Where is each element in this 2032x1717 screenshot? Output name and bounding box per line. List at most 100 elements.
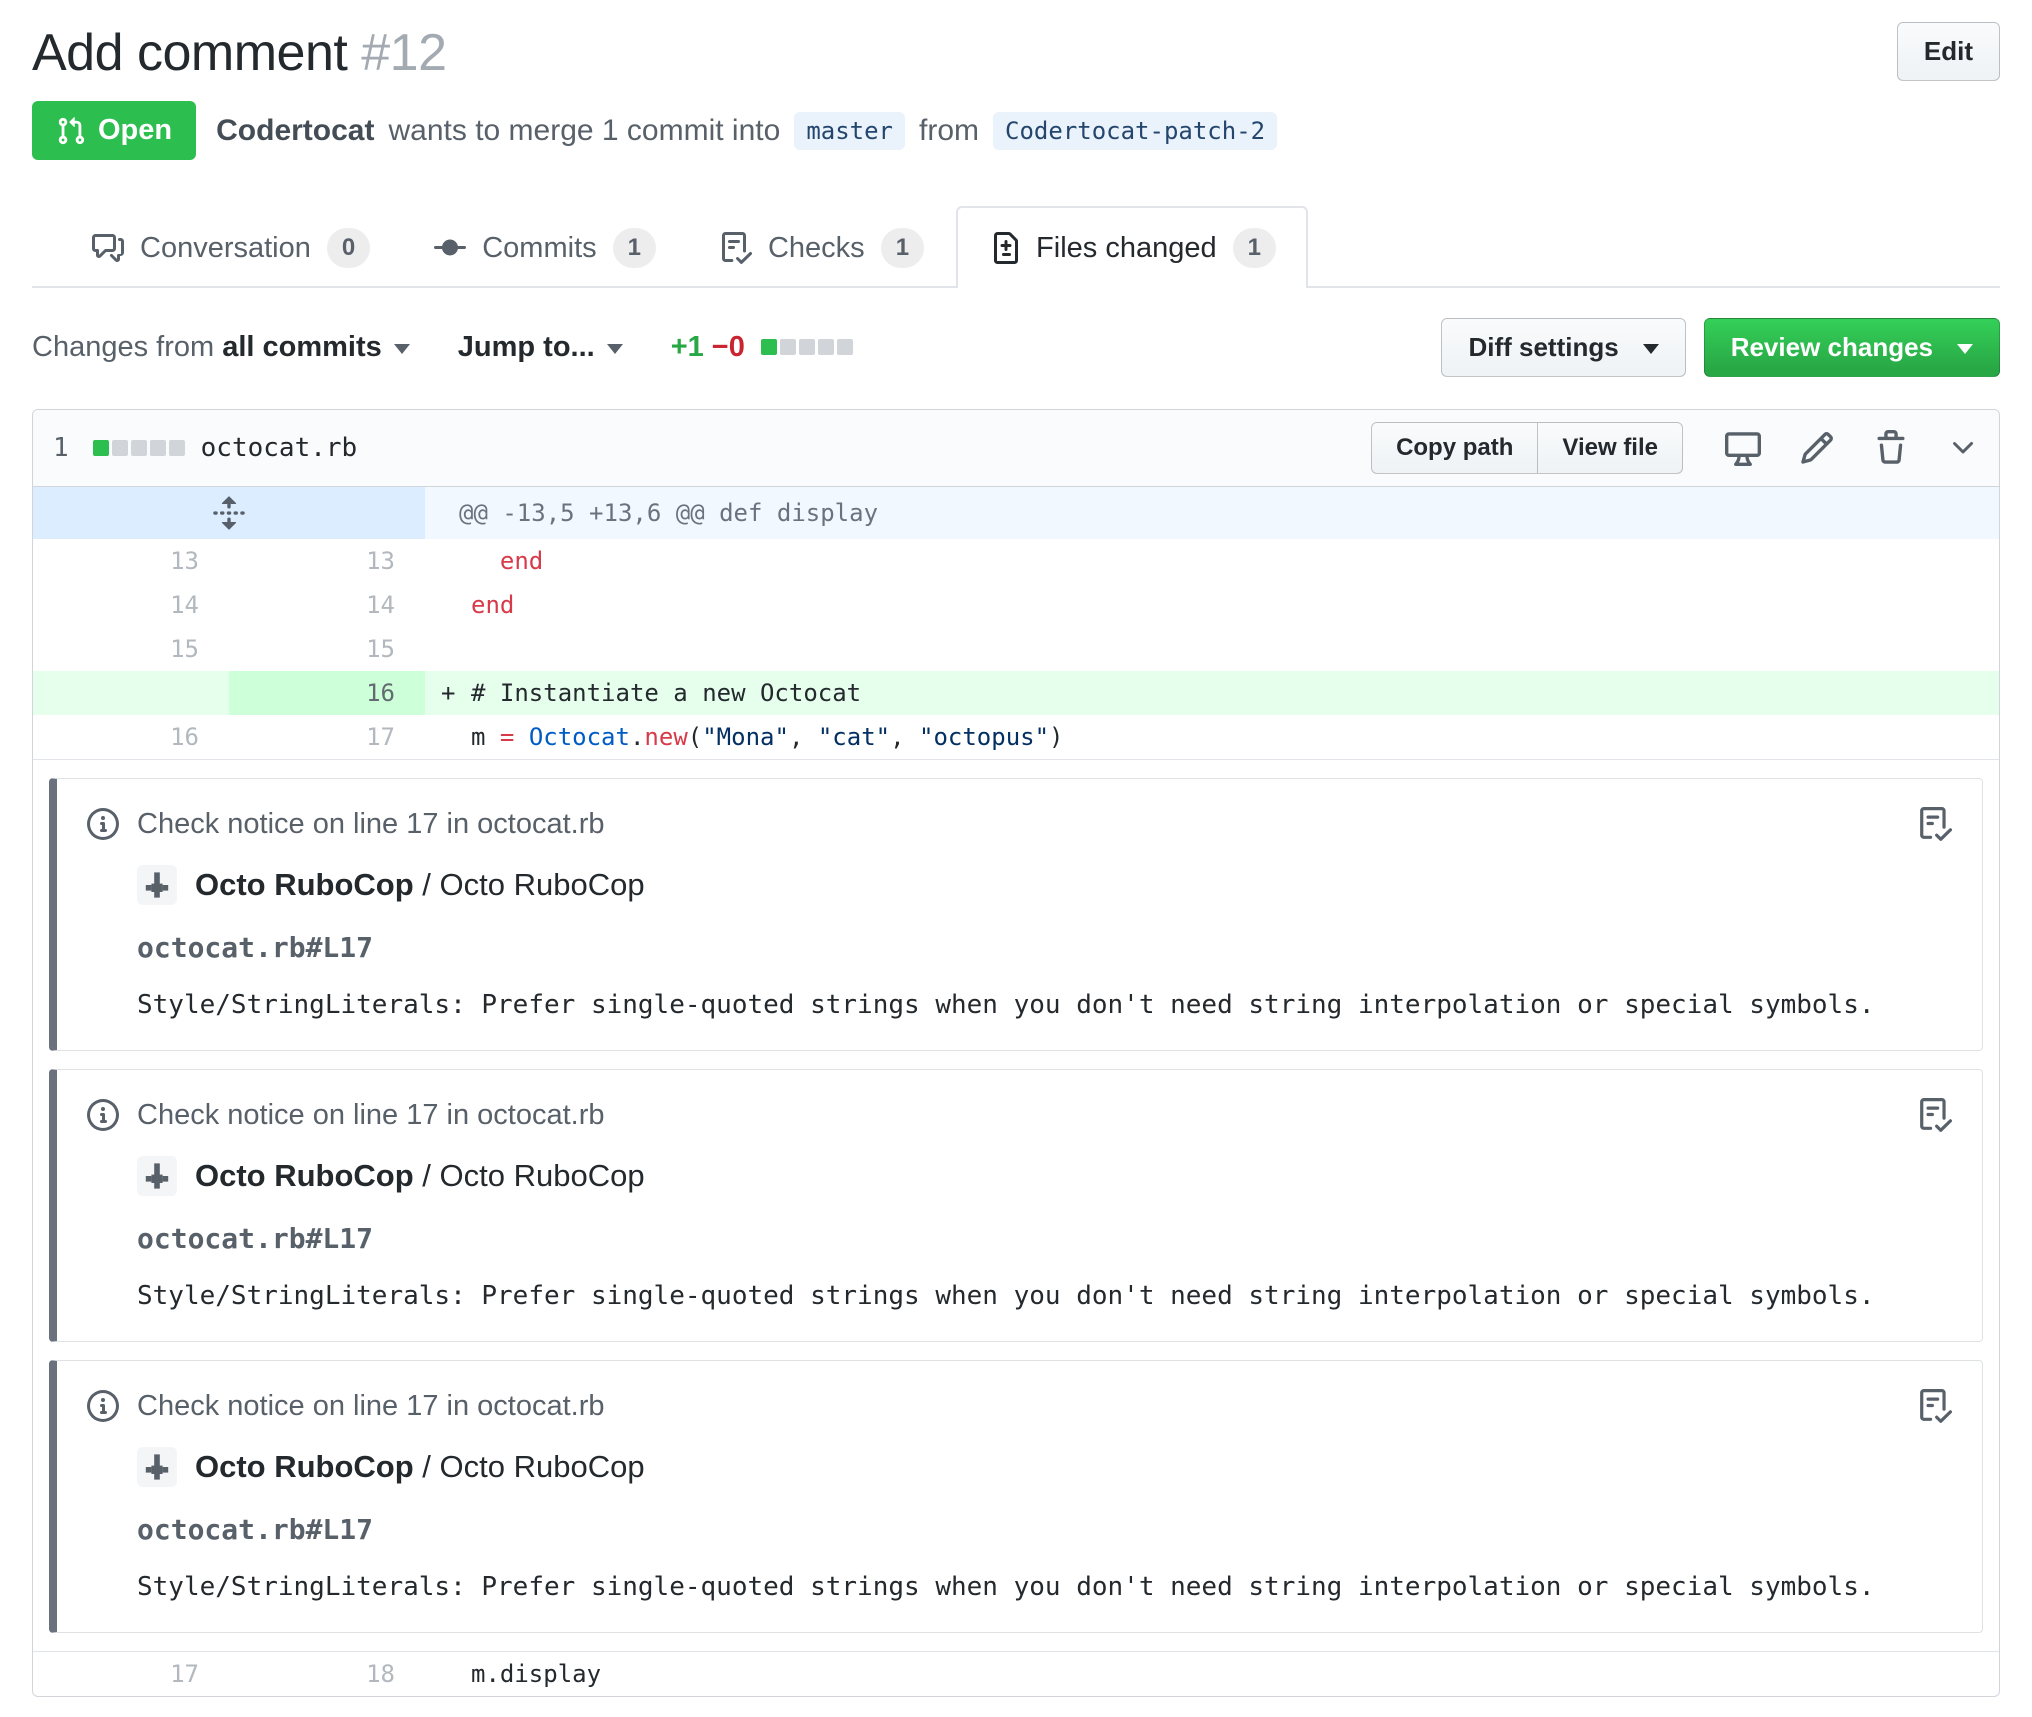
author-link[interactable]: Codertocat	[216, 114, 374, 148]
pencil-icon	[1801, 431, 1833, 464]
trash-icon	[1877, 429, 1905, 464]
base-branch-label[interactable]: master	[794, 111, 906, 150]
page-title: Add comment #12	[32, 24, 447, 82]
state-label: Open	[98, 114, 173, 147]
comment-discussion-icon	[92, 234, 124, 263]
checks-icon	[1920, 1098, 1952, 1132]
dropdown-caret-icon	[1642, 344, 1659, 355]
identicon-avatar	[137, 1447, 177, 1488]
notice-message: Style/StringLiterals: Prefer single-quot…	[137, 1572, 1875, 1603]
diffstat: +1 −0	[671, 331, 853, 364]
git-commit-icon	[434, 239, 467, 256]
expand-hunk-button[interactable]	[33, 487, 425, 540]
new-line-number[interactable]: 17	[229, 715, 425, 759]
new-line-number[interactable]: 16	[229, 671, 425, 716]
checklist-icon	[721, 232, 752, 265]
identicon-avatar	[137, 1156, 177, 1197]
diff-marker: +	[441, 679, 456, 708]
additions-count: +1	[670, 330, 704, 363]
diff-row: 14 14 end	[33, 583, 1999, 627]
code-line: m.display	[471, 1660, 602, 1689]
chevron-down-icon	[1953, 441, 1973, 454]
delete-file-button[interactable]	[1873, 429, 1909, 466]
tab-conversation[interactable]: Conversation 0	[60, 206, 402, 288]
diff-row: 15 15	[33, 627, 1999, 671]
unfold-icon	[213, 496, 245, 530]
notice-header-text: Check notice on line 17 in octocat.rb	[137, 1098, 605, 1131]
new-line-number[interactable]: 15	[229, 627, 425, 671]
notice-message: Style/StringLiterals: Prefer single-quot…	[137, 990, 1875, 1021]
copy-path-button[interactable]: Copy path	[1371, 421, 1539, 475]
dropdown-caret-icon	[606, 344, 623, 355]
changes-from-dropdown[interactable]: Changes from all commits	[32, 331, 410, 364]
rich-diff-button[interactable]	[1725, 430, 1761, 466]
file-diff-container: 1 octocat.rb Copy path View file @@ -13,…	[32, 408, 2000, 1698]
pr-tabnav: Conversation 0 Commits 1 Checks 1 Files …	[32, 206, 2000, 289]
notice-header-text: Check notice on line 17 in octocat.rb	[137, 807, 605, 840]
old-line-number[interactable]: 14	[33, 583, 229, 627]
old-line-number[interactable]: 17	[33, 1652, 229, 1696]
diffbar: Changes from all commits Jump to... +1 −…	[32, 318, 2000, 377]
view-check-button[interactable]	[1918, 807, 1952, 841]
new-line-number[interactable]: 13	[229, 539, 425, 583]
new-line-number[interactable]: 18	[229, 1652, 425, 1696]
file-diffstat-blocks	[92, 439, 185, 456]
dropdown-caret-icon	[393, 344, 410, 355]
byline: Codertocat wants to merge 1 commit into …	[216, 111, 1278, 150]
review-changes-button[interactable]: Review changes	[1703, 318, 2000, 377]
check-run-link[interactable]: Octo RuboCop / Octo RuboCop	[137, 1156, 1952, 1197]
pr-header: Add comment #12 Edit	[32, 22, 2000, 85]
deletions-count: −0	[711, 330, 745, 363]
device-desktop-icon	[1725, 432, 1761, 466]
new-line-number[interactable]: 14	[229, 583, 425, 627]
file-change-count: 1	[53, 432, 69, 463]
code-line: m = Octocat.new("Mona", "cat", "octopus"…	[471, 723, 1064, 752]
pr-files-changed-page: { "header": { "title": "Add comment", "n…	[0, 0, 2032, 1698]
pr-meta: Open Codertocat wants to merge 1 commit …	[32, 101, 2000, 161]
jump-to-dropdown[interactable]: Jump to...	[458, 331, 623, 364]
check-notices-region: Check notice on line 17 in octocat.rb Oc…	[33, 759, 1999, 1653]
collapse-file-button[interactable]	[1947, 432, 1979, 464]
git-pull-request-icon	[58, 117, 85, 145]
file-header: 1 octocat.rb Copy path View file	[33, 409, 1999, 488]
view-check-button[interactable]	[1918, 1098, 1952, 1132]
check-run-link[interactable]: Octo RuboCop / Octo RuboCop	[137, 865, 1952, 906]
diffstat-blocks	[760, 339, 853, 356]
diff-row-added: 16 + # Instantiate a new Octocat	[33, 671, 1999, 716]
code-line: end	[499, 547, 544, 576]
notice-file-ref: octocat.rb#L17	[137, 1222, 374, 1256]
edit-file-button[interactable]	[1799, 430, 1835, 466]
diff-row: 13 13 end	[33, 539, 1999, 583]
tab-files-changed[interactable]: Files changed 1	[956, 206, 1308, 289]
info-icon	[87, 1390, 119, 1423]
info-icon	[87, 1099, 119, 1132]
tab-counter: 1	[880, 228, 925, 269]
tab-commits[interactable]: Commits 1	[402, 206, 688, 288]
tab-label: Commits	[482, 231, 597, 264]
check-notice: Check notice on line 17 in octocat.rb Oc…	[49, 1069, 1983, 1343]
old-line-number[interactable]: 15	[33, 627, 229, 671]
file-diff-icon	[994, 232, 1019, 265]
check-run-link[interactable]: Octo RuboCop / Octo RuboCop	[137, 1447, 1952, 1488]
old-line-number[interactable]: 13	[33, 539, 229, 583]
head-branch-label[interactable]: Codertocat-patch-2	[993, 111, 1278, 150]
old-line-number[interactable]: 16	[33, 715, 229, 759]
tab-checks[interactable]: Checks 1	[688, 206, 956, 288]
view-file-button[interactable]: View file	[1537, 421, 1683, 475]
checks-icon	[1920, 807, 1952, 841]
checks-icon	[1920, 1389, 1952, 1423]
view-check-button[interactable]	[1918, 1389, 1952, 1423]
diff-table: @@ -13,5 +13,6 @@ def display 13 13 end …	[33, 487, 1999, 1696]
filename-link[interactable]: octocat.rb	[201, 433, 358, 463]
state-badge: Open	[32, 101, 197, 161]
notice-file-ref: octocat.rb#L17	[137, 931, 374, 965]
hunk-header-text: @@ -13,5 +13,6 @@ def display	[425, 487, 1999, 540]
diff-settings-button[interactable]: Diff settings	[1441, 318, 1686, 377]
edit-button[interactable]: Edit	[1896, 22, 2000, 81]
notice-file-ref: octocat.rb#L17	[137, 1513, 374, 1547]
identicon-avatar	[137, 865, 177, 906]
tab-label: Conversation	[140, 231, 311, 264]
old-line-number[interactable]	[33, 671, 229, 716]
check-notice: Check notice on line 17 in octocat.rb Oc…	[49, 778, 1983, 1052]
